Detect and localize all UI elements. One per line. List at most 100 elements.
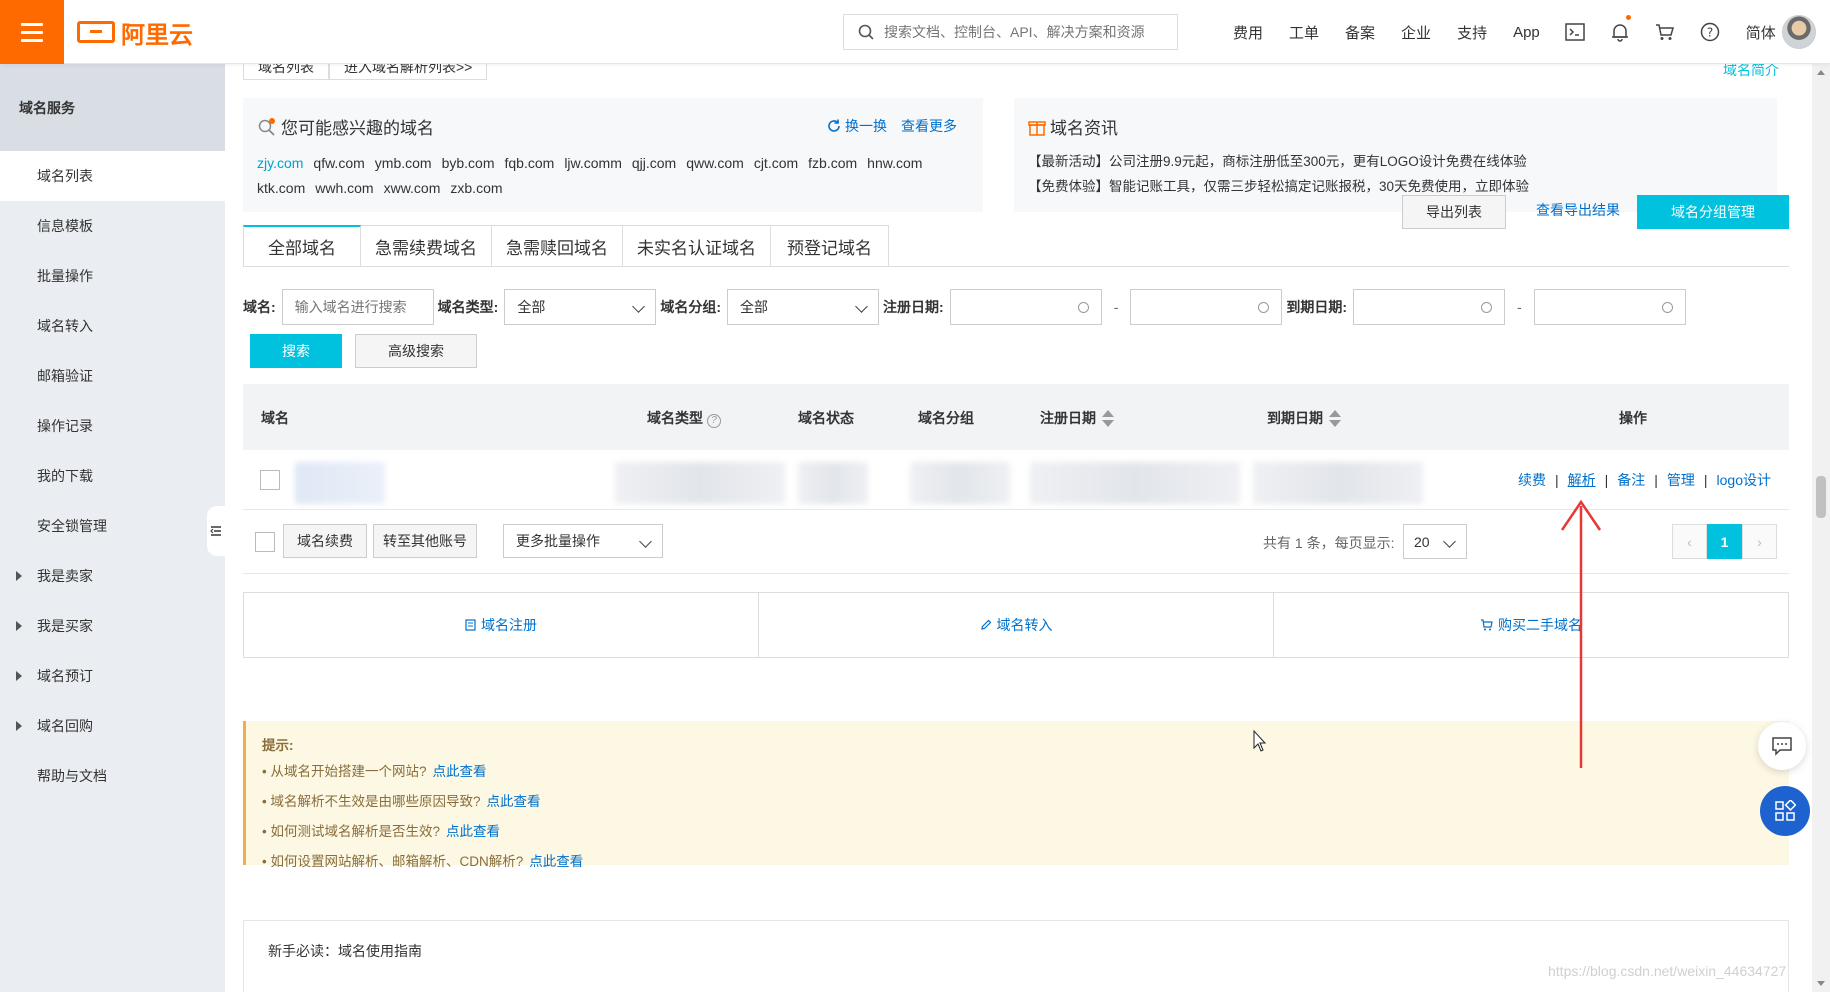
sidebar-item-batch-ops[interactable]: 批量操作 [0, 251, 225, 301]
top-nav-app[interactable]: App [1500, 24, 1553, 41]
sidebar-item-buyer[interactable]: 我是买家 [0, 601, 225, 651]
app-grid-icon[interactable] [1760, 786, 1810, 836]
exp-date-end[interactable] [1533, 289, 1686, 325]
page-number-button[interactable]: 1 [1707, 524, 1742, 559]
group-select[interactable]: 全部 [727, 289, 880, 325]
op-manage-link[interactable]: 管理 [1667, 470, 1695, 490]
page-scrollbar[interactable] [1812, 64, 1830, 992]
row-checkbox[interactable] [260, 470, 280, 490]
batch-renew-button[interactable]: 域名续费 [283, 524, 367, 558]
suggested-domain[interactable]: ljw.comm [564, 151, 622, 176]
top-nav-fees[interactable]: 费用 [1220, 22, 1276, 43]
guide-text[interactable]: 新手必读：域名使用指南 [268, 943, 422, 959]
scrollbar-thumb[interactable] [1816, 476, 1826, 518]
type-select[interactable]: 全部 [504, 289, 657, 325]
view-more-link[interactable]: 查看更多 [901, 116, 957, 136]
op-remark-link[interactable]: 备注 [1617, 470, 1645, 490]
user-avatar[interactable] [1782, 15, 1816, 49]
tab-unverified[interactable]: 未实名认证域名 [623, 225, 771, 267]
news-item[interactable]: 【最新活动】公司注册9.9元起，商标注册低至300元，更有LOGO设计免费在线体… [1028, 149, 1763, 174]
exp-date-start[interactable] [1353, 289, 1506, 325]
tab-preregistered[interactable]: 预登记域名 [771, 225, 889, 267]
tip-link[interactable]: 点此查看 [446, 824, 500, 839]
suggested-domain[interactable]: wwh.com [315, 176, 373, 201]
crumb-domain-list[interactable]: 域名列表 [243, 64, 329, 80]
language-switch[interactable]: 简体 [1733, 22, 1789, 43]
more-batch-select[interactable]: 更多批量操作 [503, 524, 663, 558]
top-nav-icp[interactable]: 备案 [1332, 22, 1388, 43]
sort-icon[interactable] [1102, 410, 1114, 428]
view-export-result-link[interactable]: 查看导出结果 [1536, 200, 1620, 220]
sidebar-item-domain-transfer-in[interactable]: 域名转入 [0, 301, 225, 351]
top-nav-tickets[interactable]: 工单 [1276, 22, 1332, 43]
suggested-domain[interactable]: fzb.com [808, 151, 857, 176]
domain-search-input[interactable] [281, 289, 434, 325]
suggested-domain[interactable]: ymb.com [375, 151, 432, 176]
suggested-domain[interactable]: cjt.com [754, 151, 798, 176]
search-button[interactable]: 搜索 [250, 334, 342, 368]
page-size-select[interactable]: 20 [1403, 524, 1467, 559]
transfer-in-link[interactable]: 域名转入 [759, 593, 1274, 657]
refresh-suggestions-button[interactable]: 换一换 [827, 116, 887, 136]
tab-all-domains[interactable]: 全部域名 [243, 225, 361, 267]
register-domain-link[interactable]: 域名注册 [244, 593, 759, 657]
crumb-dns-list-link[interactable]: 进入域名解析列表>> [329, 64, 488, 80]
suggested-domain[interactable]: qjj.com [632, 151, 676, 176]
sidebar-item-seller[interactable]: 我是卖家 [0, 551, 225, 601]
suggested-domain[interactable]: ktk.com [257, 176, 305, 201]
scroll-up-icon[interactable] [1817, 70, 1825, 75]
tab-redeem-urgent[interactable]: 急需赎回域名 [492, 225, 623, 267]
top-nav-enterprise[interactable]: 企业 [1388, 22, 1444, 43]
sidebar-item-domain-list[interactable]: 域名列表 [0, 151, 225, 201]
scroll-down-icon[interactable] [1817, 981, 1825, 986]
reg-date-start[interactable] [949, 289, 1102, 325]
top-nav-support[interactable]: 支持 [1444, 22, 1500, 43]
global-search[interactable] [843, 14, 1178, 50]
question-circle-icon[interactable]: ? [707, 414, 721, 428]
select-all-checkbox[interactable] [255, 532, 275, 552]
suggested-domain[interactable]: byb.com [442, 151, 495, 176]
op-logo-design-link[interactable]: logo设计 [1717, 470, 1771, 490]
help-icon[interactable]: ? [1688, 0, 1733, 64]
op-dns-resolve-link[interactable]: 解析 [1568, 470, 1596, 490]
suggested-domain[interactable]: zxb.com [450, 176, 502, 201]
chat-bubble-icon[interactable] [1758, 722, 1806, 770]
domain-group-manage-button[interactable]: 域名分组管理 [1637, 195, 1789, 229]
suggested-domain[interactable]: hnw.com [867, 151, 922, 176]
suggested-domain[interactable]: fqb.com [505, 151, 555, 176]
col-reg-date[interactable]: 注册日期 [1040, 408, 1114, 428]
hamburger-menu-icon[interactable] [0, 0, 64, 64]
tip-link[interactable]: 点此查看 [433, 764, 487, 779]
suggested-domain[interactable]: zjy.com [257, 151, 303, 176]
cart-icon[interactable] [1643, 0, 1688, 64]
suggested-domain[interactable]: xww.com [384, 176, 441, 201]
tab-renew-urgent[interactable]: 急需续费域名 [361, 225, 492, 267]
next-page-button[interactable]: › [1742, 524, 1777, 559]
sidebar-collapse-icon[interactable] [207, 506, 225, 556]
advanced-search-button[interactable]: 高级搜索 [355, 334, 477, 368]
domain-intro-link[interactable]: 域名简介 [1723, 64, 1779, 80]
suggested-domain[interactable]: qfw.com [313, 151, 364, 176]
sidebar-item-op-log[interactable]: 操作记录 [0, 401, 225, 451]
sidebar-item-reserve[interactable]: 域名预订 [0, 651, 225, 701]
terminal-icon[interactable] [1553, 0, 1598, 64]
tip-link[interactable]: 点此查看 [487, 794, 541, 809]
tip-link[interactable]: 点此查看 [529, 854, 583, 869]
sort-icon[interactable] [1329, 410, 1341, 428]
sidebar-item-email-verify[interactable]: 邮箱验证 [0, 351, 225, 401]
global-search-input[interactable] [884, 24, 1164, 40]
sidebar-item-buyback[interactable]: 域名回购 [0, 701, 225, 751]
suggested-domain[interactable]: qww.com [686, 151, 744, 176]
op-renew-link[interactable]: 续费 [1518, 470, 1546, 490]
bell-icon[interactable] [1598, 0, 1643, 64]
col-exp-date[interactable]: 到期日期 [1267, 408, 1341, 428]
sidebar-item-security-lock[interactable]: 安全锁管理 [0, 501, 225, 551]
sidebar-item-downloads[interactable]: 我的下载 [0, 451, 225, 501]
buy-used-domain-link[interactable]: 购买二手域名 [1274, 593, 1788, 657]
reg-date-end[interactable] [1130, 289, 1283, 325]
transfer-account-button[interactable]: 转至其他账号 [373, 524, 477, 558]
prev-page-button[interactable]: ‹ [1672, 524, 1707, 559]
export-list-button[interactable]: 导出列表 [1402, 195, 1506, 229]
brand-logo[interactable]: 阿里云 [77, 17, 193, 49]
sidebar-item-info-template[interactable]: 信息模板 [0, 201, 225, 251]
